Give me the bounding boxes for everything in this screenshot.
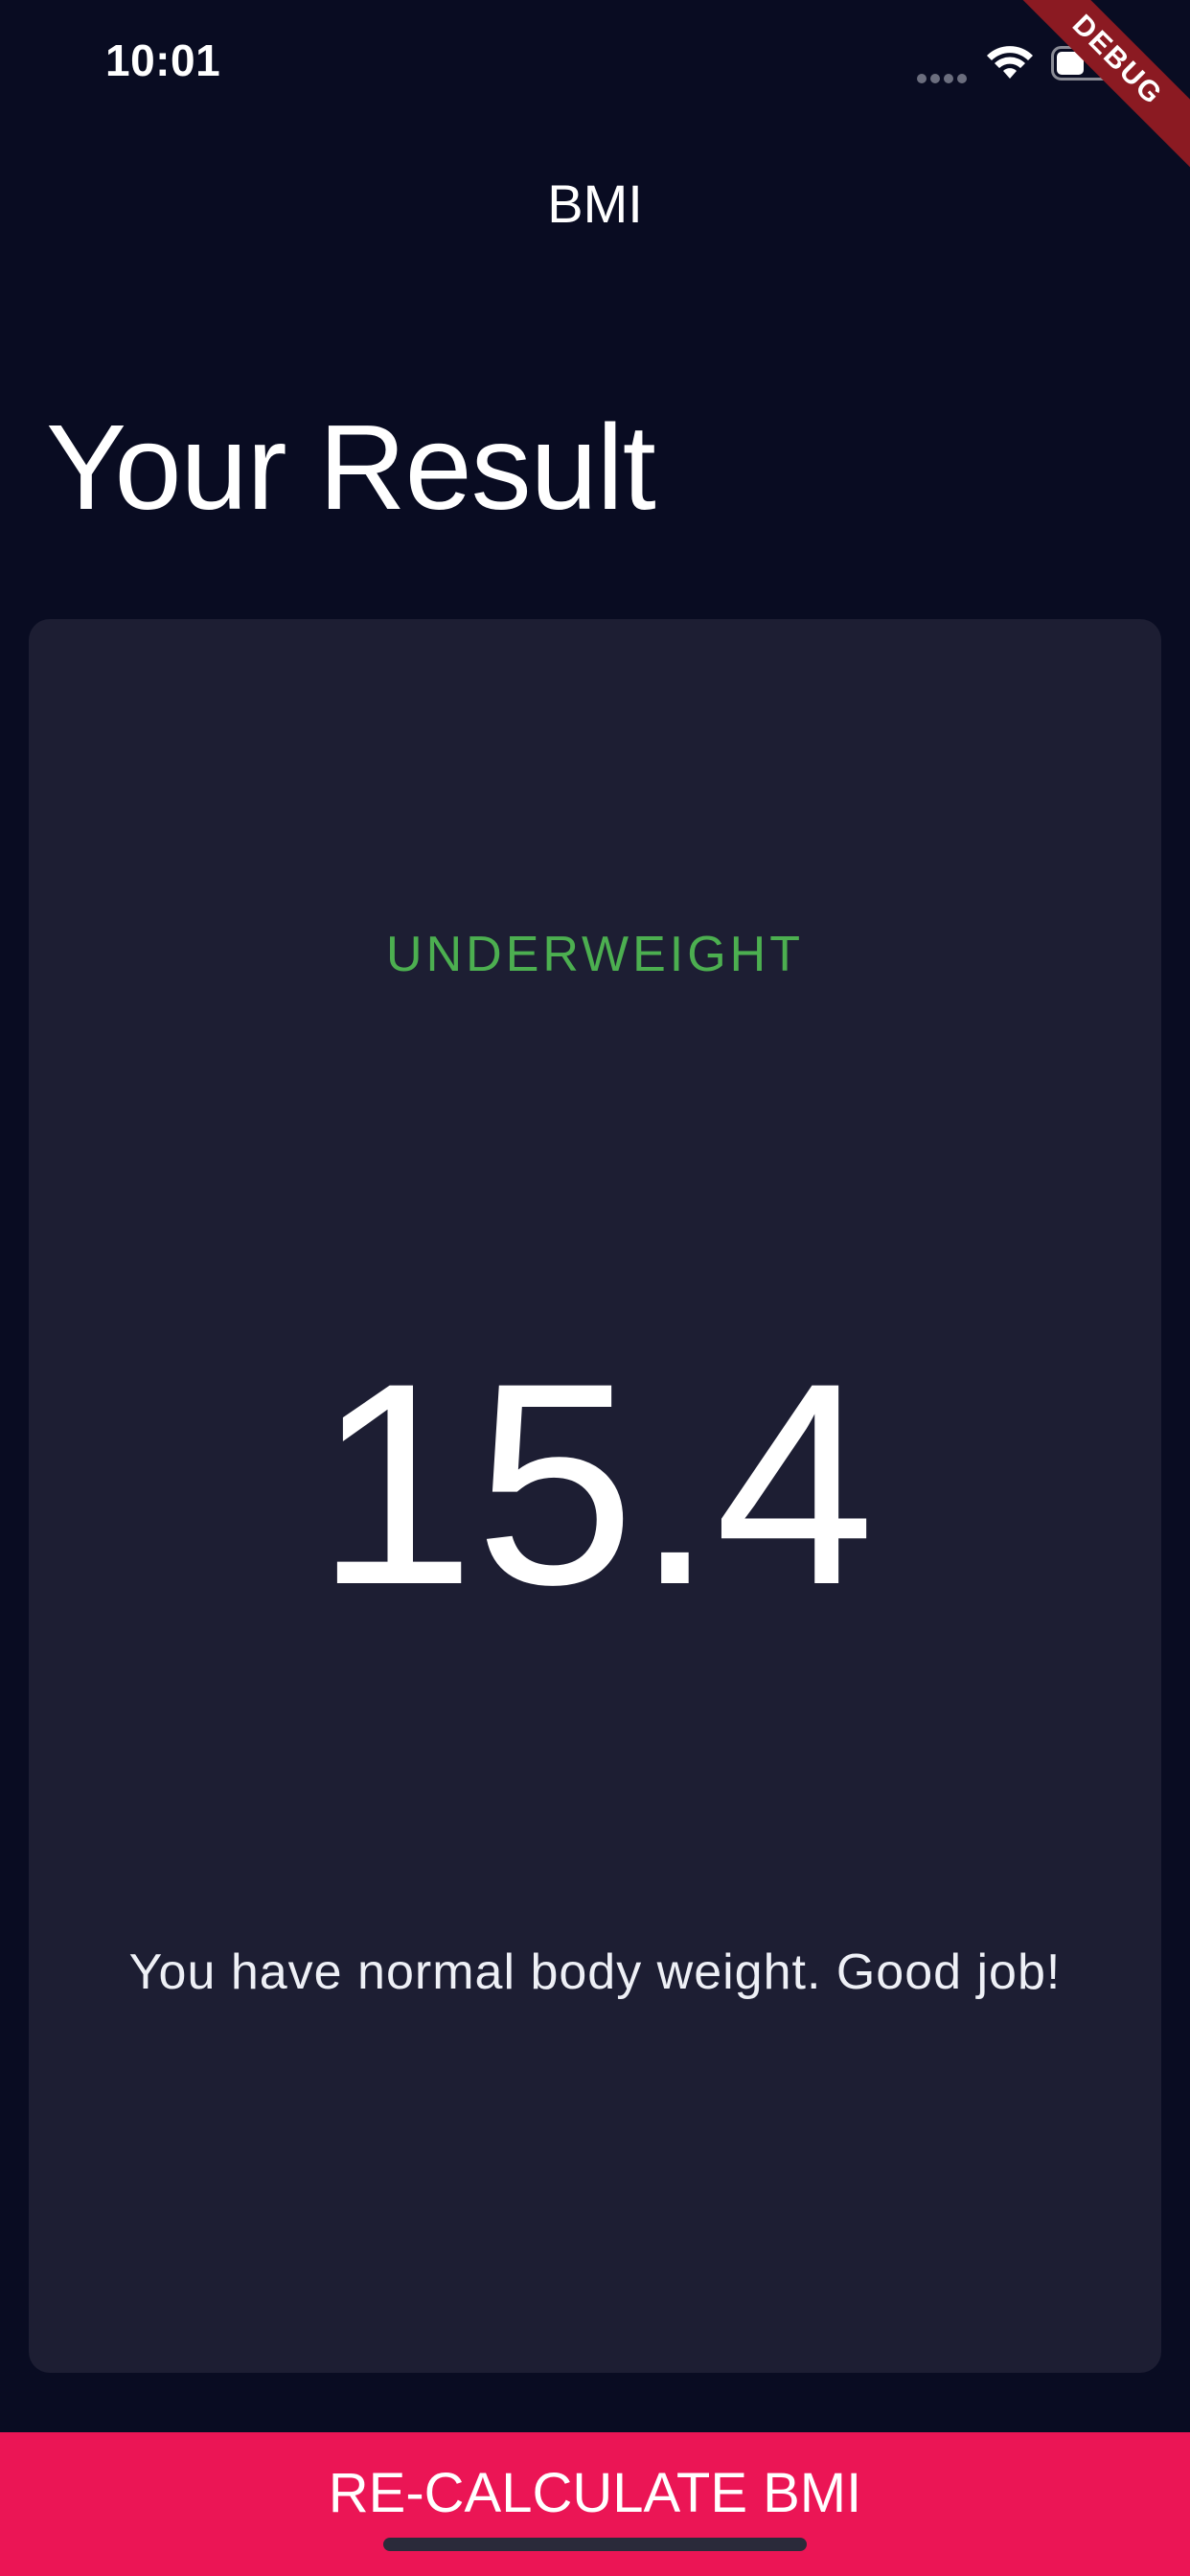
page-title: Your Result (46, 400, 656, 535)
result-screen: 10:01 DEBUG BMI Your Result UNDERWEIGHT … (0, 0, 1190, 2576)
bmi-category: UNDERWEIGHT (386, 927, 804, 982)
wifi-icon (987, 46, 1033, 79)
status-time: 10:01 (105, 35, 221, 85)
recalculate-button-label: RE-CALCULATE BMI (328, 2462, 862, 2524)
status-bar: 10:01 (0, 0, 1190, 126)
signal-icon (917, 71, 971, 83)
recalculate-button[interactable]: RE-CALCULATE BMI (0, 2432, 1190, 2576)
bmi-message: You have normal body weight. Good job! (128, 1944, 1062, 2000)
result-card: UNDERWEIGHT 15.4 You have normal body we… (29, 619, 1161, 2373)
app-bar-title: BMI (547, 173, 643, 234)
bmi-value: 15.4 (315, 1322, 875, 1644)
home-indicator[interactable] (383, 2538, 807, 2551)
